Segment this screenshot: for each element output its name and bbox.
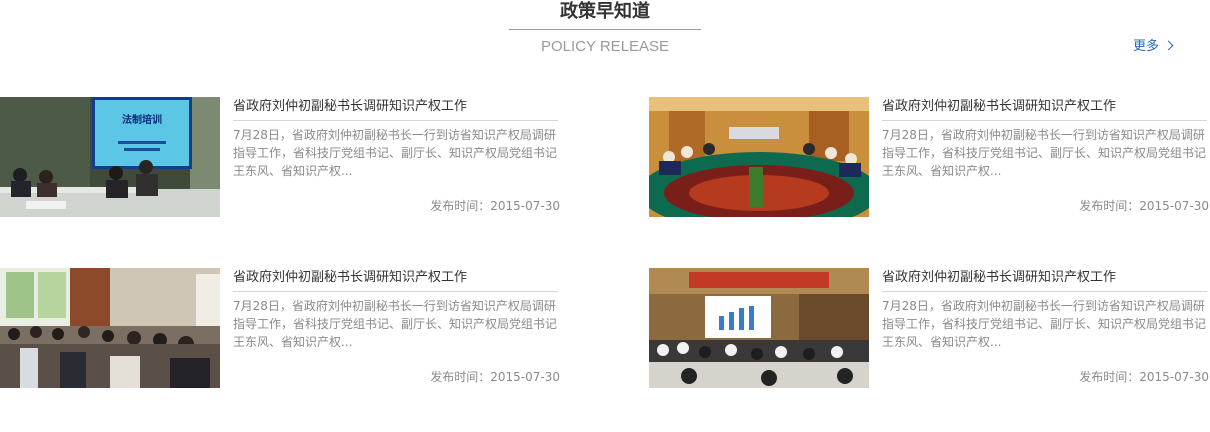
news-card[interactable]: 省政府刘仲初副秘书长调研知识产权工作 7月28日，省政府刘仲初副秘书长一行到访省… — [0, 268, 560, 388]
section-title: 政策早知道 — [560, 1, 650, 22]
publish-date: 发布时间：2015-07-30 — [1079, 370, 1209, 384]
section-subtitle: POLICY RELEASE — [540, 38, 670, 55]
publish-date: 发布时间：2015-07-30 — [1079, 199, 1209, 213]
news-title[interactable]: 省政府刘仲初副秘书长调研知识产权工作 — [882, 97, 1207, 117]
news-summary: 7月28日，省政府刘仲初副秘书长一行到访省知识产权局调研指导工作，省科技厅党组书… — [882, 128, 1207, 178]
news-thumbnail[interactable]: 法制培训 — [0, 97, 220, 217]
news-summary: 7月28日，省政府刘仲初副秘书长一行到访省知识产权局调研指导工作，省科技厅党组书… — [233, 299, 558, 349]
news-summary: 7月28日，省政府刘仲初副秘书长一行到访省知识产权局调研指导工作，省科技厅党组书… — [882, 299, 1207, 349]
news-thumbnail[interactable] — [649, 268, 869, 388]
publish-date: 发布时间：2015-07-30 — [430, 370, 560, 384]
news-card[interactable]: 法制培训 省政府刘仲初副秘书长调研知识产权工作 7月28日，省政府刘仲初副秘书长… — [0, 97, 560, 217]
screen-caption: 法制培训 — [122, 113, 162, 126]
news-thumbnail[interactable] — [649, 97, 869, 217]
title-divider — [882, 291, 1207, 292]
news-summary: 7月28日，省政府刘仲初副秘书长一行到访省知识产权局调研指导工作，省科技厅党组书… — [233, 128, 558, 178]
news-card[interactable]: 省政府刘仲初副秘书长调研知识产权工作 7月28日，省政府刘仲初副秘书长一行到访省… — [649, 268, 1209, 388]
title-divider — [233, 291, 558, 292]
publish-date: 发布时间：2015-07-30 — [430, 199, 560, 213]
chevron-right-icon — [1163, 40, 1174, 51]
more-link[interactable]: 更多 — [1133, 38, 1174, 56]
news-card[interactable]: 省政府刘仲初副秘书长调研知识产权工作 7月28日，省政府刘仲初副秘书长一行到访省… — [649, 97, 1209, 217]
news-title[interactable]: 省政府刘仲初副秘书长调研知识产权工作 — [882, 268, 1207, 288]
title-underline — [509, 29, 701, 30]
title-divider — [882, 120, 1207, 121]
more-label: 更多 — [1133, 39, 1160, 54]
news-title[interactable]: 省政府刘仲初副秘书长调研知识产权工作 — [233, 97, 558, 117]
title-divider — [233, 120, 558, 121]
news-title[interactable]: 省政府刘仲初副秘书长调研知识产权工作 — [233, 268, 558, 288]
news-thumbnail[interactable] — [0, 268, 220, 388]
